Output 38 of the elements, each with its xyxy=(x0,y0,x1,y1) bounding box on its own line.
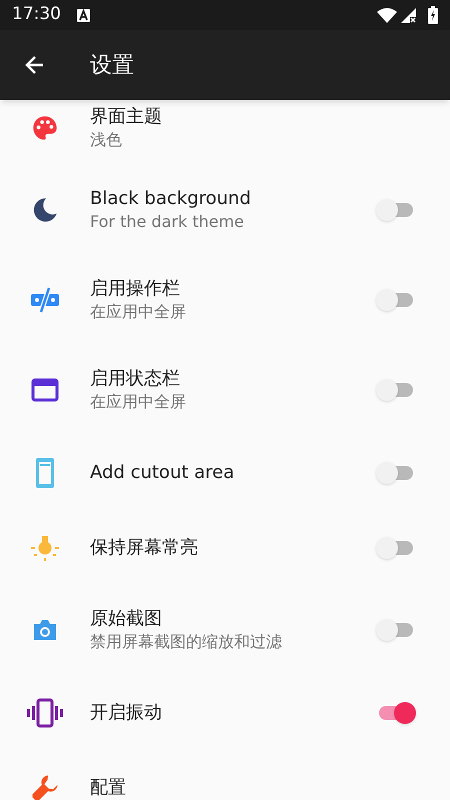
notification-icon xyxy=(77,8,90,22)
item-title: 保持屏幕常亮 xyxy=(90,536,199,560)
wifi-icon xyxy=(377,8,397,22)
settings-item[interactable]: 启用状态栏 在应用中全屏 xyxy=(0,345,450,435)
phone-icon xyxy=(35,456,55,488)
item-title: Add cutout area xyxy=(90,460,236,484)
settings-item[interactable]: 配置 xyxy=(0,750,450,800)
battery-charging-icon xyxy=(428,6,438,24)
item-title: 原始截图 xyxy=(90,607,163,631)
settings-item[interactable]: 原始截图 禁用屏幕截图的缩放和过滤 xyxy=(0,585,450,675)
screen-title: 设置 xyxy=(90,52,134,80)
item-subtitle: 在应用中全屏 xyxy=(90,301,187,323)
settings-item[interactable]: 开启振动 xyxy=(0,675,450,750)
item-subtitle: For the dark theme xyxy=(90,211,246,233)
vibrating-phone-icon xyxy=(27,698,63,728)
status-time: 17:30 xyxy=(12,3,61,26)
wrench-icon xyxy=(30,772,60,800)
settings-item[interactable]: 界面主题 浅色 xyxy=(0,100,450,165)
item-subtitle: 浅色 xyxy=(90,128,123,150)
item-title: Black background xyxy=(90,187,252,211)
item-title: 开启振动 xyxy=(90,700,163,724)
settings-item[interactable]: 保持屏幕常亮 xyxy=(0,510,450,585)
camera-icon xyxy=(31,617,59,643)
settings-item[interactable]: Black background For the dark theme xyxy=(0,165,450,255)
signal-icon xyxy=(401,8,416,22)
item-title: 启用状态栏 xyxy=(90,367,181,391)
window-icon xyxy=(31,377,59,403)
item-subtitle: 禁用屏幕截图的缩放和过滤 xyxy=(90,631,283,653)
item-subtitle: 在应用中全屏 xyxy=(90,391,187,413)
settings-item[interactable]: Add cutout area xyxy=(0,435,450,510)
slashed-tag-icon xyxy=(30,286,60,314)
settings-item[interactable]: 启用操作栏 在应用中全屏 xyxy=(0,255,450,345)
moon-icon xyxy=(31,196,59,224)
lightbulb-icon xyxy=(29,534,61,562)
item-title: 启用操作栏 xyxy=(90,277,181,301)
item-title: 配置 xyxy=(90,776,127,800)
palette-icon xyxy=(31,114,59,142)
item-title: 界面主题 xyxy=(90,104,163,128)
